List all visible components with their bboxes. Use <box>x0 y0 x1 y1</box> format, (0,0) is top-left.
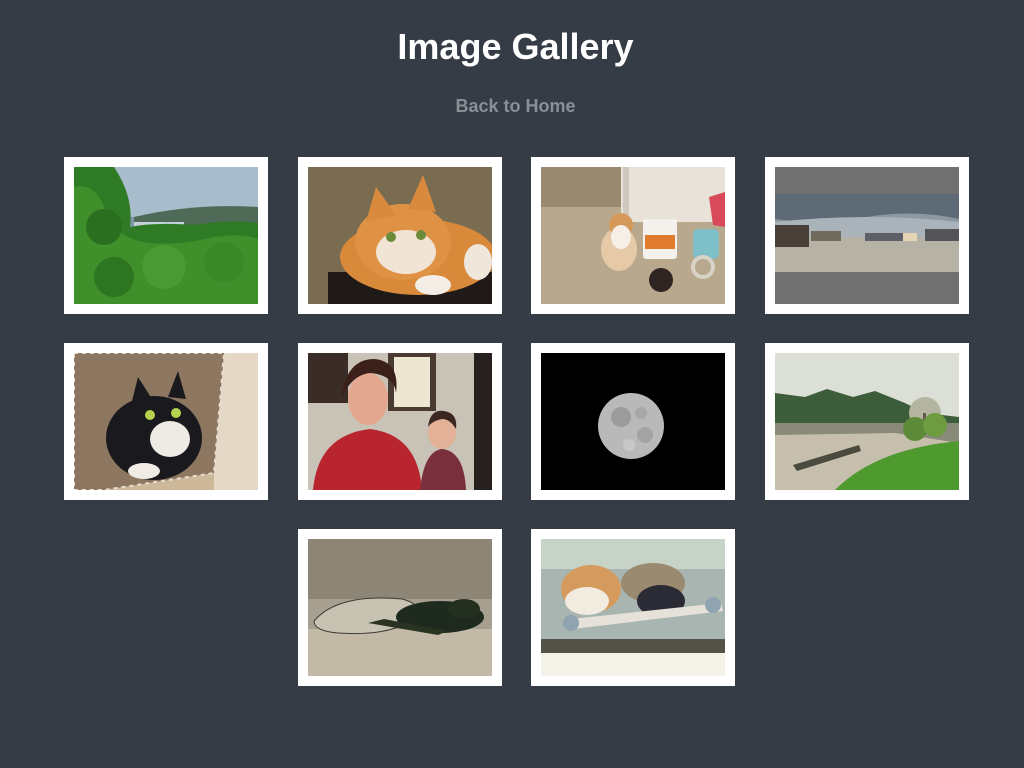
thumbnail-cats-window <box>541 539 725 676</box>
thumbnail-black-white-cat-basket <box>74 353 258 490</box>
gallery-item-panorama[interactable] <box>765 157 969 314</box>
gallery-item-orange-cat[interactable] <box>298 157 502 314</box>
gallery-item-woman-and-boy[interactable] <box>298 343 502 500</box>
thumbnail-cicada <box>308 539 492 676</box>
thumbnail-woman-and-boy <box>308 353 492 490</box>
thumbnail-orange-cat <box>308 167 492 304</box>
gallery-item-cicada[interactable] <box>298 529 502 686</box>
gallery-item-black-white-cat-basket[interactable] <box>64 343 268 500</box>
thumbnail-forest-lake <box>74 167 258 304</box>
thumbnail-mountain-field <box>775 353 959 490</box>
gallery-item-forest-lake[interactable] <box>64 157 268 314</box>
image-gallery <box>0 0 1024 768</box>
thumbnail-cat-kitchen <box>541 167 725 304</box>
gallery-item-full-moon[interactable] <box>531 343 735 500</box>
gallery-item-cats-window[interactable] <box>531 529 735 686</box>
thumbnail-full-moon <box>541 353 725 490</box>
gallery-item-cat-kitchen[interactable] <box>531 157 735 314</box>
gallery-item-mountain-field[interactable] <box>765 343 969 500</box>
thumbnail-panorama <box>775 167 959 304</box>
